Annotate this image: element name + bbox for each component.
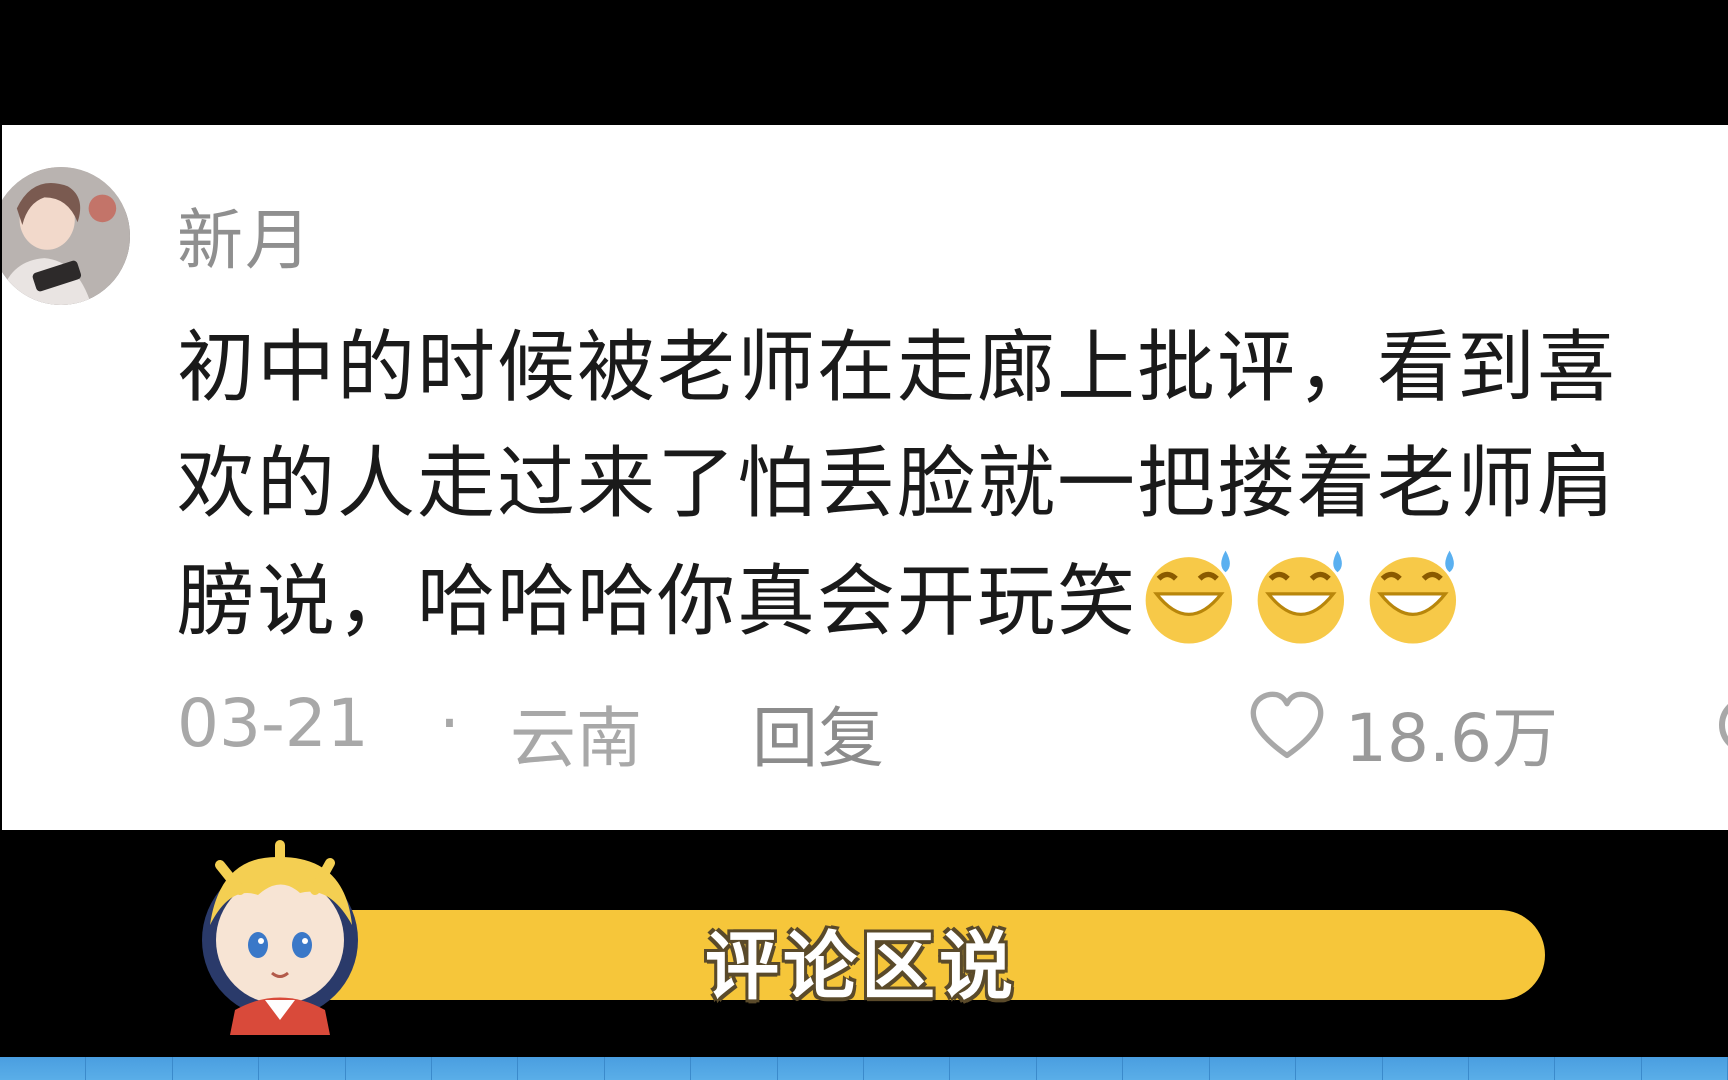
user-avatar[interactable]	[2, 167, 130, 305]
comment-text: 初中的时候被老师在走廊上批评，看到喜 欢的人走过来了怕丢脸就一把搂着老师肩 膀说…	[177, 310, 1728, 660]
meta-separator: ·	[439, 685, 460, 762]
grinning-sweat-emoji	[1369, 550, 1457, 644]
like-count: 18.6万	[1345, 700, 1558, 777]
comment-meta: 03-21 · 云南 回复 18.6万	[177, 685, 1728, 777]
comment-icon[interactable]	[1712, 689, 1728, 761]
timeline-strip	[0, 1057, 1728, 1080]
comment-location: 云南	[510, 700, 642, 777]
comment-line-text: 膀说，哈哈哈你真会开玩笑	[177, 557, 1138, 647]
reply-button[interactable]: 回复	[752, 685, 884, 781]
grinning-sweat-emoji	[1257, 550, 1345, 644]
mascot-avatar	[202, 840, 358, 1035]
comment-line: 欢的人走过来了怕丢脸就一把搂着老师肩	[177, 439, 1618, 529]
comment-card: 新月 初中的时候被老师在走廊上批评，看到喜 欢的人走过来了怕丢脸就一把搂着老师肩…	[2, 125, 1728, 830]
heart-outline-icon[interactable]	[1249, 689, 1325, 761]
username[interactable]: 新月	[177, 187, 313, 283]
caption-text: 评论区说	[705, 924, 1017, 1010]
comment-line-with-emojis: 膀说，哈哈哈你真会开玩笑	[177, 542, 1728, 660]
grinning-sweat-emoji	[1145, 550, 1233, 644]
comment-date: 03-21	[177, 685, 369, 762]
comment-line: 初中的时候被老师在走廊上批评，看到喜	[177, 323, 1618, 413]
